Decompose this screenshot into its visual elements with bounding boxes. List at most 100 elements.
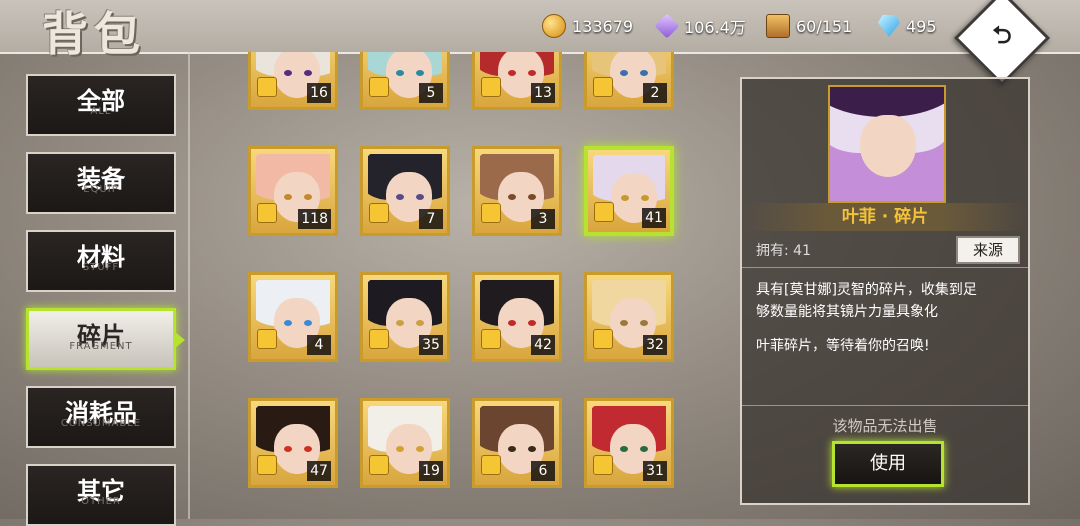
- top-bar: 背包 133679 106.4万 60/151 495: [0, 0, 1080, 61]
- sidebar-item-sublabel: EQUIP: [83, 184, 119, 195]
- portrait-eye: [528, 70, 536, 76]
- portrait-eye: [508, 320, 516, 326]
- sidebar-item-consumable[interactable]: 消耗品 CONSUMABLE: [26, 386, 176, 448]
- fragment-tile[interactable]: 41: [584, 146, 674, 236]
- puzzle-piece-icon: [481, 203, 501, 223]
- fragment-tile[interactable]: 7: [360, 146, 450, 236]
- fragment-count: 6: [531, 461, 555, 481]
- portrait-eye: [416, 70, 424, 76]
- crystal-amount: 106.4万: [684, 18, 746, 37]
- puzzle-piece-icon: [369, 455, 389, 475]
- fragment-count: 31: [643, 461, 667, 481]
- portrait-eye: [416, 320, 424, 326]
- source-button[interactable]: 来源: [956, 236, 1020, 264]
- portrait-eye: [640, 446, 648, 452]
- return-arrow-icon: ⮌: [992, 20, 1012, 49]
- sidebar-item-sublabel: FRAGMENT: [69, 341, 133, 352]
- fragment-count: 41: [642, 208, 666, 228]
- fragment-tile[interactable]: 19: [360, 398, 450, 488]
- portrait-eye: [396, 194, 404, 200]
- diamond-icon: [878, 15, 900, 37]
- fragment-tile[interactable]: 42: [472, 272, 562, 362]
- gold-counter: 133679: [542, 14, 633, 38]
- portrait-eye: [641, 195, 649, 201]
- fragment-tile[interactable]: 32: [584, 272, 674, 362]
- fragment-tile[interactable]: 3: [472, 146, 562, 236]
- portrait-eye: [304, 70, 312, 76]
- fragment-tile[interactable]: 35: [360, 272, 450, 362]
- fragment-tile[interactable]: 4: [248, 272, 338, 362]
- puzzle-piece-icon: [593, 77, 613, 97]
- fragment-count: 3: [531, 209, 555, 229]
- capacity-amount: 60/151: [796, 16, 853, 36]
- sidebar-item-stuff[interactable]: 材料 STUFF: [26, 230, 176, 292]
- portrait-eye: [508, 70, 516, 76]
- sidebar-item-equip[interactable]: 装备 EQUIP: [26, 152, 176, 214]
- portrait-eye: [396, 446, 404, 452]
- portrait-eye: [620, 70, 628, 76]
- fragment-tile[interactable]: 47: [248, 398, 338, 488]
- portrait-eye: [528, 446, 536, 452]
- crystal-counter: 106.4万: [654, 13, 746, 39]
- sidebar-item-sublabel: OTHER: [81, 496, 121, 507]
- fragment-tile[interactable]: 118: [248, 146, 338, 236]
- puzzle-piece-icon: [257, 329, 277, 349]
- portrait-eye: [284, 194, 292, 200]
- portrait-eye: [528, 320, 536, 326]
- crystal-icon: [654, 13, 680, 39]
- fragment-count: 42: [531, 335, 555, 355]
- item-detail-panel: 叶菲 · 碎片 拥有: 41 来源 具有[莫甘娜]灵智的碎片，收集到足 够数量能…: [740, 77, 1030, 505]
- fragment-count: 47: [307, 461, 331, 481]
- portrait-eye: [620, 446, 628, 452]
- divider: [188, 52, 190, 519]
- divider: [742, 405, 1028, 406]
- puzzle-piece-icon: [369, 203, 389, 223]
- fragment-count: 4: [307, 335, 331, 355]
- sidebar-item-other[interactable]: 其它 OTHER: [26, 464, 176, 526]
- portrait-eye: [284, 446, 292, 452]
- fragment-count: 7: [419, 209, 443, 229]
- puzzle-piece-icon: [481, 455, 501, 475]
- fragment-tile[interactable]: 31: [584, 398, 674, 488]
- no-sell-notice: 该物品无法出售: [832, 417, 938, 435]
- puzzle-piece-icon: [257, 455, 277, 475]
- fragment-count: 32: [643, 335, 667, 355]
- fragment-count: 35: [419, 335, 443, 355]
- puzzle-piece-icon: [257, 77, 277, 97]
- bag-capacity: 60/151: [766, 14, 852, 38]
- gold-amount: 133679: [572, 16, 634, 36]
- description-line: 具有[莫甘娜]灵智的碎片，收集到足: [756, 282, 977, 298]
- portrait-eye: [621, 195, 629, 201]
- puzzle-piece-icon: [593, 455, 613, 475]
- item-name: 叶菲 · 碎片: [742, 203, 1028, 231]
- portrait-eye: [304, 446, 312, 452]
- gold-coin-icon: [542, 14, 566, 38]
- fragment-count: 2: [643, 83, 667, 103]
- fragment-count: 19: [419, 461, 443, 481]
- puzzle-piece-icon: [369, 329, 389, 349]
- item-description: 具有[莫甘娜]灵智的碎片，收集到足 够数量能将其镜片力量具象化: [756, 279, 1018, 323]
- puzzle-piece-icon: [257, 203, 277, 223]
- fragment-tile[interactable]: 6: [472, 398, 562, 488]
- portrait-eye: [416, 446, 424, 452]
- portrait-eye: [304, 194, 312, 200]
- portrait-eye: [640, 320, 648, 326]
- sidebar-item-all[interactable]: 全部 ALL: [26, 74, 176, 136]
- puzzle-piece-icon: [594, 202, 614, 222]
- portrait-eye: [508, 446, 516, 452]
- portrait-eye: [284, 70, 292, 76]
- portrait-eye: [640, 70, 648, 76]
- use-button[interactable]: 使用: [832, 441, 944, 487]
- puzzle-piece-icon: [369, 77, 389, 97]
- fragment-count: 118: [298, 209, 331, 229]
- portrait-eye: [304, 320, 312, 326]
- portrait-eye: [416, 194, 424, 200]
- owned-count: 拥有: 41: [756, 243, 811, 259]
- portrait-eye: [508, 194, 516, 200]
- puzzle-piece-icon: [593, 329, 613, 349]
- item-portrait: [828, 85, 946, 203]
- portrait-eye: [396, 320, 404, 326]
- portrait-face: [860, 115, 916, 177]
- sidebar-item-fragment[interactable]: 碎片 FRAGMENT: [26, 308, 185, 370]
- puzzle-piece-icon: [481, 77, 501, 97]
